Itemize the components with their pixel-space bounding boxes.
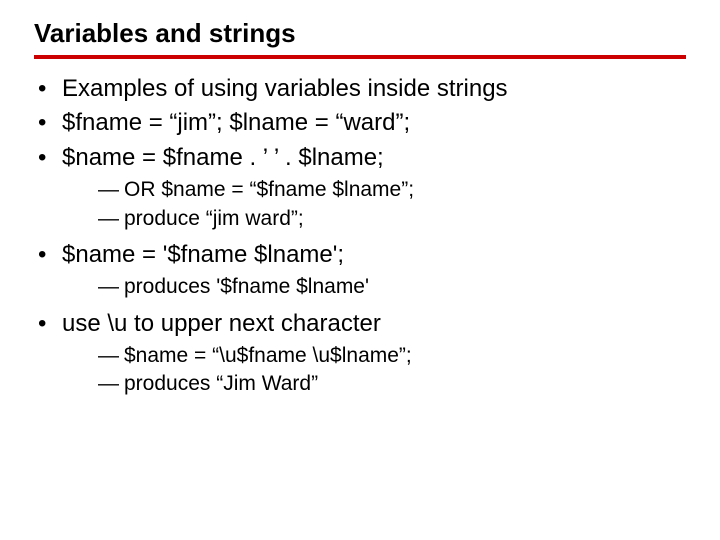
sub-bullet-item: $name = “\u$fname \u$lname”; xyxy=(98,342,686,370)
sub-bullet-item: OR $name = “$fname $lname”; xyxy=(98,176,686,204)
bullet-item: Examples of using variables inside strin… xyxy=(34,73,686,105)
sub-bullet-list: $name = “\u$fname \u$lname”; produces “J… xyxy=(62,342,686,399)
slide-title: Variables and strings xyxy=(34,18,686,49)
bullet-text: use \u to upper next character xyxy=(62,310,381,337)
bullet-item: $name = '$fname $lname'; produces '$fnam… xyxy=(34,239,686,302)
bullet-text: $name = '$fname $lname'; xyxy=(62,241,344,268)
bullet-item: $fname = “jim”; $lname = “ward”; xyxy=(34,107,686,139)
sub-bullet-item: produces '$fname $lname' xyxy=(98,273,686,301)
sub-bullet-list: OR $name = “$fname $lname”; produce “jim… xyxy=(62,176,686,233)
slide: Variables and strings Examples of using … xyxy=(0,0,720,540)
title-underline xyxy=(34,55,686,59)
bullet-text: $name = $fname . ’ ’ . $lname; xyxy=(62,144,384,171)
sub-bullet-list: produces '$fname $lname' xyxy=(62,273,686,301)
bullet-list: Examples of using variables inside strin… xyxy=(34,73,686,399)
bullet-item: $name = $fname . ’ ’ . $lname; OR $name … xyxy=(34,142,686,233)
bullet-item: use \u to upper next character $name = “… xyxy=(34,308,686,399)
sub-bullet-item: produces “Jim Ward” xyxy=(98,370,686,398)
sub-bullet-item: produce “jim ward”; xyxy=(98,205,686,233)
